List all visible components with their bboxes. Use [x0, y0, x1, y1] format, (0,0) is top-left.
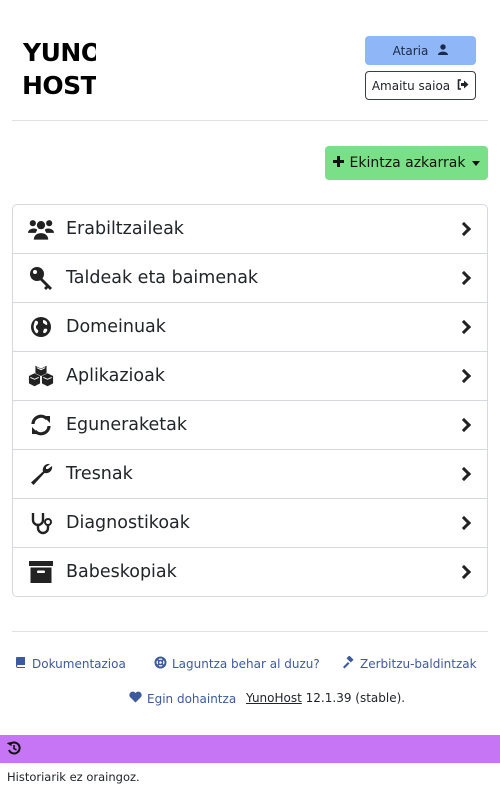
quick-actions-label: Ekintza azkarrak [349, 155, 466, 171]
menu-item-domains[interactable]: Domeinuak [13, 302, 487, 351]
menu-item-label: Taldeak eta baimenak [66, 268, 259, 288]
stethoscope-icon [28, 510, 54, 536]
footer-meta: Egin dohaintza YunoHost 12.1.39 (stable)… [0, 691, 500, 711]
cubes-icon [28, 363, 54, 389]
menu-item-groups-permissions[interactable]: Taldeak eta baimenak [13, 253, 487, 302]
menu-item-users[interactable]: Erabiltzaileak [13, 205, 487, 253]
help-label: Laguntza behar al duzu? [172, 657, 320, 671]
refresh-icon [28, 412, 54, 438]
globe-icon [28, 314, 54, 340]
menu-item-updates[interactable]: Eguneraketak [13, 400, 487, 449]
history-bar[interactable] [0, 735, 500, 763]
user-icon [438, 43, 449, 58]
gavel-icon [342, 655, 355, 672]
logo-line-2: HOST [22, 71, 96, 98]
home-button[interactable]: Ataria [365, 36, 476, 65]
donate-label: Egin dohaintza [147, 691, 237, 706]
chevron-right-icon [456, 368, 472, 384]
book-icon [15, 656, 27, 671]
heart-icon [129, 691, 142, 706]
key-icon [28, 265, 54, 291]
chevron-right-icon [456, 564, 472, 580]
menu-item-label: Eguneraketak [66, 415, 188, 435]
users-icon [28, 216, 54, 242]
quick-actions-dropdown[interactable]: Ekintza azkarrak [325, 146, 488, 180]
menu-item-label: Aplikazioak [66, 366, 165, 386]
logout-button[interactable]: Amaitu saioa [365, 71, 476, 100]
menu-item-label: Erabiltzaileak [66, 219, 184, 239]
version-number: 12.1.39 (stable). [305, 691, 406, 705]
menu-item-label: Tresnak [66, 464, 133, 484]
main-menu: Erabiltzaileak Taldeak eta baimenak Dome… [12, 204, 488, 597]
archive-icon [28, 559, 54, 585]
menu-item-backups[interactable]: Babeskopiak [13, 547, 487, 596]
chevron-right-icon [456, 466, 472, 482]
donate-link[interactable]: Egin dohaintza [129, 691, 236, 706]
caret-down-icon [472, 160, 481, 166]
help-link[interactable]: Laguntza behar al duzu? [154, 656, 320, 672]
footer-divider [12, 631, 488, 632]
documentation-label: Dokumentazioa [32, 656, 126, 671]
menu-item-diagnosis[interactable]: Diagnostikoak [13, 498, 487, 547]
wrench-icon [28, 461, 54, 487]
home-button-label: Ataria [392, 43, 429, 58]
chevron-right-icon [456, 515, 472, 531]
chevron-right-icon [456, 270, 472, 286]
chevron-right-icon [456, 221, 472, 237]
menu-item-label: Babeskopiak [66, 562, 177, 582]
menu-item-label: Diagnostikoak [66, 513, 190, 533]
life-ring-icon [154, 656, 167, 672]
header-divider [12, 120, 488, 121]
history-icon [6, 740, 21, 759]
documentation-link[interactable]: Dokumentazioa [15, 656, 126, 671]
yunohost-logo[interactable]: YUNO HOST [22, 36, 96, 98]
plus-icon [332, 155, 344, 171]
footer-links: Dokumentazioa Laguntza behar al duzu? Ze… [0, 655, 500, 676]
yunohost-link[interactable]: YunoHost [246, 691, 302, 705]
terms-of-service-link[interactable]: Zerbitzu-baldintzak [342, 655, 477, 672]
version-info: YunoHost 12.1.39 (stable). [246, 691, 405, 705]
menu-item-label: Domeinuak [66, 317, 166, 337]
menu-item-apps[interactable]: Aplikazioak [13, 351, 487, 400]
chevron-right-icon [456, 417, 472, 433]
history-empty-message: Historiarik ez oraingoz. [7, 770, 140, 784]
terms-of-service-label: Zerbitzu-baldintzak [360, 657, 477, 671]
logo-line-1: YUNO [22, 38, 96, 67]
menu-item-tools[interactable]: Tresnak [13, 449, 487, 498]
chevron-right-icon [456, 319, 472, 335]
sign-out-icon [457, 78, 469, 93]
logout-button-label: Amaitu saioa [371, 78, 451, 93]
